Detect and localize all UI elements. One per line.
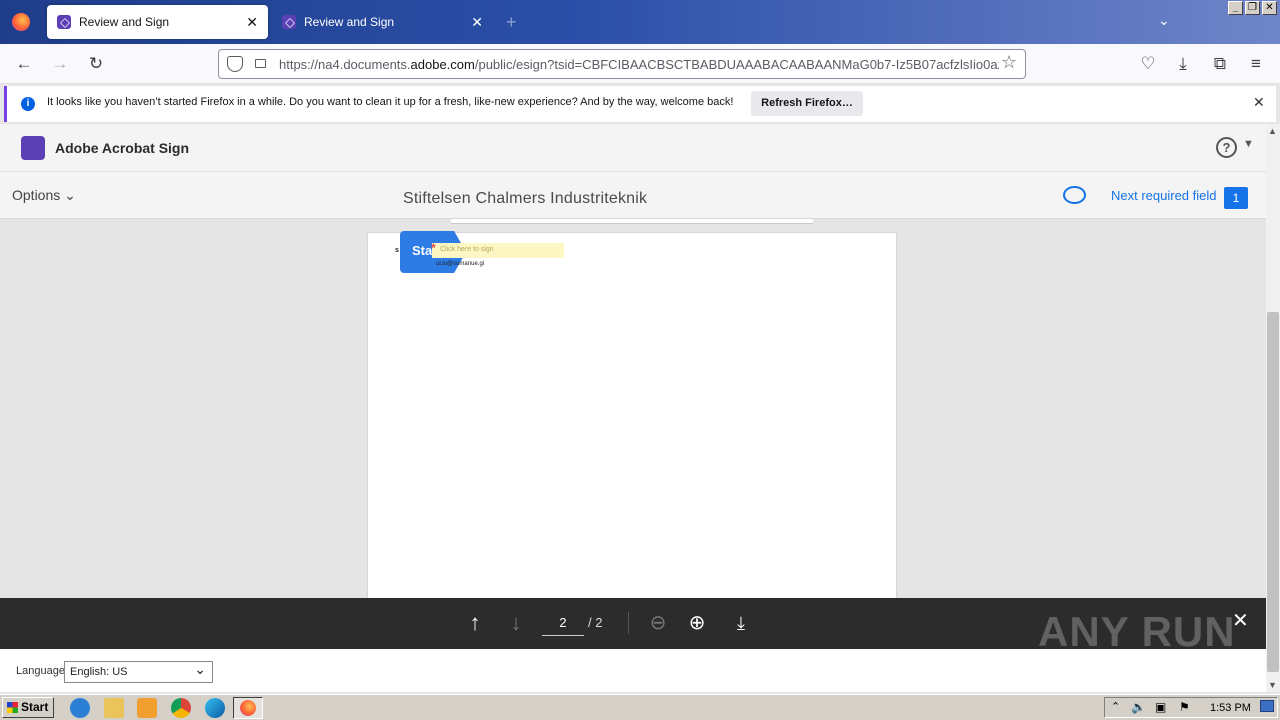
language-select[interactable]: English: US [64,661,213,683]
tab-label: Review and Sign [79,15,170,29]
page-total: / 2 [588,615,603,630]
lock-icon[interactable] [255,59,266,68]
refresh-firefox-button[interactable]: Refresh Firefox… [751,91,863,116]
document-viewer[interactable]: s Start Click here to sign * ul.lu@suman… [0,219,1266,598]
list-all-tabs-icon[interactable]: ⌄ [1158,12,1170,29]
file-explorer-icon[interactable] [104,698,124,718]
pocket-icon[interactable]: ♡ [1136,52,1160,76]
toolbar-divider [628,612,629,634]
acrobat-favicon-icon [282,15,296,29]
close-tab-icon[interactable]: ✕ [246,14,258,31]
firefox-icon [240,700,256,716]
tab-label: Review and Sign [304,15,395,29]
next-page-icon[interactable]: ↓ [503,610,529,636]
new-tab-icon[interactable]: + [506,12,517,33]
url-text[interactable]: https://na4.documents.adobe.com/public/e… [279,57,999,72]
downloads-icon[interactable]: ⤓ [1171,52,1195,76]
required-star-icon: * [431,241,436,255]
reload-icon[interactable]: ↻ [84,52,108,76]
signature-field[interactable]: Click here to sign [432,243,564,258]
forward-icon[interactable]: → [48,52,72,76]
tracking-shield-icon[interactable] [227,56,243,72]
action-center-flag-icon[interactable]: ⚑ [1179,700,1190,714]
windows-taskbar: Start ⌃ 🔈 ▣ ⚑ 1:53 PM [0,694,1280,720]
close-window-icon[interactable]: ✕ [1262,1,1277,15]
zoom-in-icon[interactable]: ⊕ [684,610,710,636]
taskbar-clock[interactable]: 1:53 PM [1210,702,1251,714]
document-page: s Start Click here to sign * ul.lu@suman… [368,231,896,598]
firefox-icon[interactable] [12,13,30,31]
help-icon[interactable]: ? [1216,137,1237,158]
chrome-icon[interactable] [171,698,191,718]
minimize-window-icon[interactable]: _ [1228,1,1243,15]
scrollbar-thumb[interactable] [1267,312,1279,672]
previous-page-icon[interactable]: ↑ [462,610,488,636]
notification-bar: i It looks like you haven’t started Fire… [4,86,1276,122]
chevron-down-icon: ⌄ [64,187,76,203]
system-tray: ⌃ 🔈 ▣ ⚑ [1104,697,1278,718]
language-label: Language [16,665,65,677]
show-hidden-icons-icon[interactable]: ⌃ [1111,700,1120,713]
show-desktop-icon[interactable] [1260,700,1274,712]
menu-icon[interactable]: ≡ [1244,52,1268,76]
tab-review-and-sign-2[interactable]: Review and Sign ✕ [272,5,493,39]
page-number-input[interactable]: 2 [542,610,584,636]
app-title: Adobe Acrobat Sign [55,140,190,156]
info-icon: i [21,97,35,111]
help-dropdown-icon[interactable]: ▼ [1243,138,1254,150]
internet-explorer-icon[interactable] [70,698,90,718]
close-notification-icon[interactable]: ✕ [1253,94,1265,111]
required-field-count-badge[interactable]: 1 [1224,187,1248,209]
download-icon[interactable]: ⤓ [728,610,754,636]
start-button[interactable]: Start [2,697,54,718]
previous-page-edge [451,219,813,224]
network-icon[interactable]: ▣ [1155,700,1166,714]
comment-icon[interactable] [1063,186,1086,204]
acrobat-logo-icon [21,136,45,160]
signature-prefix-text: s [395,247,399,254]
restore-window-icon[interactable]: ❐ [1245,1,1260,15]
scroll-up-icon[interactable]: ▲ [1268,126,1277,136]
signer-email: ul.lu@sumanue.gi [436,261,485,267]
document-title: Stiftelsen Chalmers Industriteknik [403,190,648,207]
notification-text: It looks like you haven’t started Firefo… [47,96,734,108]
document-bar: Options ⌄ Stiftelsen Chalmers Industrite… [0,172,1266,219]
options-menu[interactable]: Options ⌄ [12,187,76,204]
language-footer: Language English: US [0,649,1266,692]
edge-icon[interactable] [205,698,225,718]
browser-tab-strip: Review and Sign ✕ Review and Sign ✕ + ⌄ … [0,0,1280,44]
acrobat-header: Adobe Acrobat Sign ? ▼ [0,124,1266,172]
tab-review-and-sign-1[interactable]: Review and Sign ✕ [47,5,268,39]
next-required-field-link[interactable]: Next required field [1111,188,1217,203]
url-bar[interactable]: https://na4.documents.adobe.com/public/e… [218,49,1026,79]
scroll-down-icon[interactable]: ▼ [1268,680,1277,690]
bookmark-star-icon[interactable]: ☆ [1001,52,1017,73]
firefox-taskbar-button[interactable] [233,697,263,719]
acrobat-favicon-icon [57,15,71,29]
zoom-out-icon[interactable]: ⊖ [645,610,671,636]
close-tab-icon[interactable]: ✕ [471,14,483,31]
extensions-icon[interactable]: ⧉ [1208,52,1232,76]
volume-icon[interactable]: 🔈 [1131,700,1146,714]
media-player-icon[interactable] [137,698,157,718]
back-icon[interactable]: ← [12,52,36,76]
